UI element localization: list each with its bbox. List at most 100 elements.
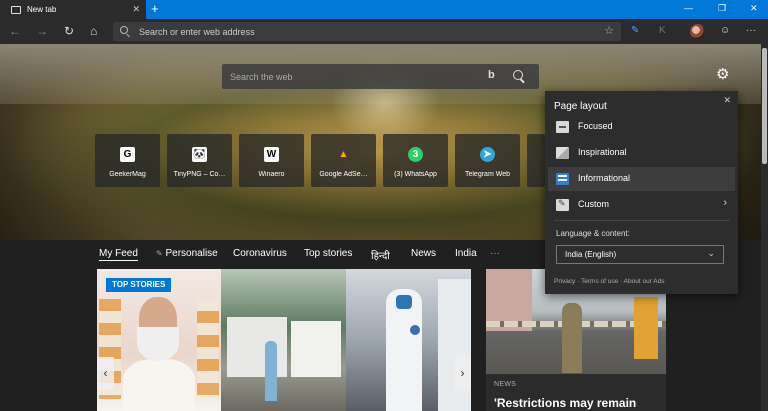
geekermag-icon: G (120, 147, 135, 162)
banner-right (197, 299, 219, 399)
settings-gear-icon[interactable]: ⚙ (716, 67, 729, 82)
ambulance-shape (291, 321, 341, 377)
scrollbar-thumb[interactable] (762, 48, 767, 164)
page-scrollbar[interactable] (761, 44, 768, 411)
collections-icon[interactable]: ✎ (631, 25, 639, 37)
quick-link-partial[interactable] (527, 134, 545, 187)
news-card-headline[interactable]: 'Restrictions may remain (494, 396, 636, 410)
inspirational-icon (556, 147, 569, 159)
focused-icon (556, 121, 569, 133)
back-arrow-icon[interactable]: ← (9, 24, 21, 38)
option-label: Inspirational (578, 147, 627, 157)
browser-toolbar: ← → ↻ ⌂ ☆ ✎ K ☺ ··· (0, 19, 768, 44)
separator: · (577, 278, 580, 285)
address-bar[interactable]: ☆ (113, 22, 621, 41)
close-icon[interactable]: ✕ (723, 95, 731, 106)
tab-news[interactable]: News (411, 248, 436, 259)
news-card-category: NEWS (494, 381, 517, 388)
google-adsense-icon: ▲ (338, 149, 349, 160)
profile-avatar[interactable] (690, 24, 705, 39)
quick-link-label: TinyPNG – Co… (173, 171, 226, 178)
feedback-icon[interactable]: ☺ (720, 25, 730, 37)
top-stories-badge: TOP STORIES (106, 278, 172, 292)
panel-footer: Privacy · Terms of use · About our Ads (554, 278, 665, 285)
quick-link-whatsapp[interactable]: 3 (3) WhatsApp (383, 134, 448, 187)
person-body (123, 359, 195, 411)
tab-personalise[interactable]: ✎ Personalise (156, 248, 218, 259)
layout-option-custom[interactable]: Custom › (548, 193, 735, 217)
privacy-link[interactable]: Privacy (554, 278, 575, 285)
about-ads-link[interactable]: About our Ads (624, 278, 665, 285)
separator: · (620, 278, 623, 285)
more-tabs-icon[interactable]: ··· (490, 248, 500, 259)
tab-new-tab[interactable]: New tab ✕ (0, 0, 146, 19)
close-window-button[interactable]: ✕ (750, 3, 758, 14)
tinypng-icon: 🐼 (192, 147, 207, 162)
quick-link-label: Telegram Web (464, 171, 510, 178)
search-icon (120, 26, 128, 34)
carousel-prev-arrow[interactable]: ‹ (97, 357, 114, 389)
person-ppe (265, 341, 277, 401)
layout-option-focused[interactable]: Focused (548, 115, 735, 139)
ppe-suit (438, 279, 471, 411)
quick-link-label: GeekerMag (109, 171, 146, 178)
home-icon[interactable]: ⌂ (90, 24, 97, 38)
close-tab-icon[interactable]: ✕ (132, 4, 140, 15)
quick-link-geekermag[interactable]: G GeekerMag (95, 134, 160, 187)
telegram-icon: ➤ (480, 147, 495, 162)
custom-icon (556, 198, 569, 211)
pencil-icon: ✎ (156, 249, 163, 258)
story-image-ambulance[interactable] (221, 269, 346, 411)
ambulance-shape (227, 317, 287, 377)
language-label: Language & content: (556, 229, 630, 238)
address-input[interactable] (139, 25, 589, 38)
option-label: Focused (578, 121, 613, 131)
story-image-ppe-worker[interactable] (346, 269, 471, 411)
quick-link-telegram[interactable]: ➤ Telegram Web (455, 134, 520, 187)
chevron-right-icon: › (723, 197, 727, 209)
quick-link-google-adsense[interactable]: ▲ Google AdSe… (311, 134, 376, 187)
layout-option-inspirational[interactable]: Inspirational (548, 141, 735, 165)
person-beard (137, 327, 179, 361)
new-tab-page-icon (11, 5, 21, 14)
winaero-icon: W (264, 147, 279, 162)
title-bar: New tab ✕ + — ❐ ✕ (0, 0, 768, 19)
quick-link-label: (3) WhatsApp (394, 171, 437, 178)
whatsapp-icon: 3 (408, 147, 423, 162)
language-dropdown[interactable]: India (English) ⌄ (556, 245, 724, 264)
page-layout-panel: Page layout ✕ Focused Inspirational Info… (545, 91, 738, 294)
forward-arrow-icon[interactable]: → (36, 24, 48, 38)
option-label: Informational (578, 173, 631, 183)
tab-my-feed[interactable]: My Feed (99, 248, 138, 261)
tab-hindi[interactable]: हिन्दी (371, 248, 390, 262)
barrier-shape (634, 297, 658, 359)
tab-coronavirus[interactable]: Coronavirus (233, 248, 287, 259)
tab-title: New tab (27, 5, 57, 14)
minimize-button[interactable]: — (684, 3, 693, 13)
personalise-label: Personalise (165, 248, 218, 259)
quick-link-winaero[interactable]: W Winaero (239, 134, 304, 187)
new-tab-button[interactable]: + (151, 1, 159, 16)
web-search-box[interactable]: b (222, 64, 539, 89)
bing-icon: b (488, 69, 495, 81)
search-icon[interactable] (513, 70, 523, 80)
quick-link-tinypng[interactable]: 🐼 TinyPNG – Co… (167, 134, 232, 187)
more-icon[interactable]: ··· (746, 25, 756, 37)
refresh-icon[interactable]: ↻ (64, 24, 74, 38)
quick-link-label: Winaero (258, 171, 285, 178)
policeman-shape (562, 303, 582, 373)
carousel-next-arrow[interactable]: › (454, 357, 471, 389)
extension-icon[interactable]: K (659, 25, 666, 37)
language-value: India (English) (565, 250, 617, 259)
tab-india[interactable]: India (455, 248, 477, 259)
web-search-input[interactable] (230, 70, 470, 83)
tab-top-stories[interactable]: Top stories (304, 248, 352, 259)
chevron-down-icon: ⌄ (707, 248, 715, 258)
terms-link[interactable]: Terms of use (581, 278, 618, 285)
divider (554, 220, 730, 221)
favorites-star-icon[interactable]: ☆ (604, 24, 614, 37)
maximize-button[interactable]: ❐ (718, 3, 726, 14)
informational-icon (556, 173, 569, 185)
layout-option-informational[interactable]: Informational (548, 167, 735, 191)
option-label: Custom (578, 199, 610, 209)
